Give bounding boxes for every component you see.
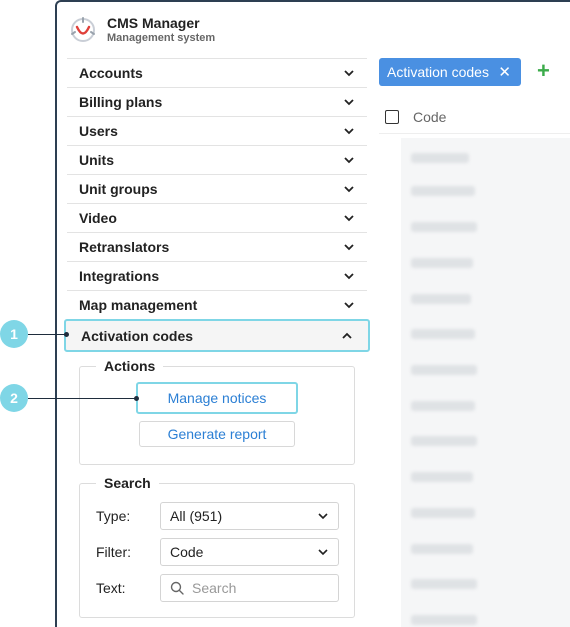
table-row[interactable] [411, 329, 475, 339]
menu-item-map-management[interactable]: Map management [67, 291, 367, 320]
menu-item-label: Integrations [79, 268, 160, 284]
chevron-up-icon [342, 332, 352, 339]
menu-item-label: Video [79, 210, 117, 226]
table-row[interactable] [411, 615, 477, 625]
table-row[interactable] [411, 436, 477, 446]
menu-item-label: Activation codes [81, 327, 194, 344]
app-title: CMS Manager [107, 15, 200, 31]
sidebar: CMS Manager Management system Accounts B… [64, 0, 370, 627]
chevron-down-icon [344, 157, 354, 164]
table-row[interactable] [411, 153, 469, 163]
table-row[interactable] [411, 579, 477, 589]
callout-leader-1 [28, 334, 66, 335]
menu-item-unit-groups[interactable]: Unit groups [67, 175, 367, 204]
chevron-down-icon [344, 128, 354, 135]
callout-dot-1 [64, 332, 69, 337]
chevron-down-icon [344, 273, 354, 280]
menu-item-retranslators[interactable]: Retranslators [67, 233, 367, 262]
filter-select[interactable]: Code [160, 538, 339, 566]
chevron-down-icon [344, 302, 354, 309]
chevron-down-icon [344, 215, 354, 222]
table-row[interactable] [411, 365, 477, 375]
actions-legend: Actions [96, 357, 164, 375]
grid-header: Code [379, 100, 570, 134]
chevron-down-icon [344, 70, 354, 77]
filter-select-value: Code [170, 544, 204, 560]
chevron-down-icon [344, 186, 354, 193]
search-placeholder: Search [192, 580, 237, 596]
app-subtitle: Management system [107, 32, 216, 44]
main-panel: Activation codes ✕ + Code [379, 0, 570, 627]
menu-item-integrations[interactable]: Integrations [67, 262, 367, 291]
callout-leader-2 [28, 398, 136, 399]
search-input[interactable]: Search [160, 574, 339, 602]
filter-row: Filter: Code [96, 538, 340, 566]
text-label: Text: [96, 580, 126, 596]
search-icon [170, 581, 184, 595]
table-row[interactable] [411, 401, 475, 411]
codes-grid [401, 138, 570, 627]
text-row: Text: Search [96, 574, 340, 602]
close-icon[interactable]: ✕ [498, 63, 511, 81]
select-all-checkbox[interactable] [385, 109, 399, 124]
table-row[interactable] [411, 186, 475, 196]
tab-activation-codes[interactable]: Activation codes ✕ [379, 58, 521, 86]
chevron-down-icon [344, 244, 354, 251]
table-row[interactable] [411, 222, 477, 232]
tab-label: Activation codes [387, 64, 489, 80]
type-select-value: All (951) [170, 508, 223, 524]
menu-item-label: Unit groups [79, 181, 158, 197]
chevron-down-icon [344, 99, 354, 106]
cms-logo-icon [71, 17, 95, 42]
callout-dot-2 [134, 396, 139, 401]
menu-item-label: Map management [79, 297, 198, 313]
column-header-code[interactable]: Code [413, 109, 446, 125]
menu-item-activation-codes[interactable]: Activation codes [64, 319, 370, 352]
logo: CMS Manager Management system [67, 10, 215, 50]
nav-menu: Accounts Billing plans Users Units Unit … [64, 58, 370, 352]
table-row[interactable] [411, 258, 473, 268]
generate-report-button[interactable]: Generate report [139, 421, 295, 447]
table-row[interactable] [411, 544, 473, 554]
menu-item-billing-plans[interactable]: Billing plans [67, 88, 367, 117]
callout-marker-2: 2 [0, 384, 28, 412]
chevron-down-icon [318, 549, 328, 556]
actions-panel: Actions Manage notices Generate report [79, 357, 355, 465]
menu-item-users[interactable]: Users [67, 117, 367, 146]
search-legend: Search [96, 474, 159, 492]
menu-item-label: Retranslators [79, 239, 170, 255]
type-label: Type: [96, 508, 131, 524]
add-icon[interactable]: + [537, 60, 550, 82]
search-panel: Search Type: All (951) Filter: Code Text… [79, 474, 355, 618]
filter-label: Filter: [96, 544, 131, 560]
callout-marker-1: 1 [0, 320, 28, 348]
menu-item-label: Users [79, 123, 118, 139]
menu-item-label: Accounts [79, 65, 143, 81]
type-row: Type: All (951) [96, 502, 340, 530]
menu-item-label: Billing plans [79, 94, 163, 110]
chevron-down-icon [318, 513, 328, 520]
type-select[interactable]: All (951) [160, 502, 339, 530]
menu-item-units[interactable]: Units [67, 146, 367, 175]
table-row[interactable] [411, 294, 471, 304]
table-row[interactable] [411, 472, 473, 482]
table-row[interactable] [411, 508, 475, 518]
menu-item-label: Units [79, 152, 114, 168]
menu-item-accounts[interactable]: Accounts [67, 59, 367, 88]
menu-item-video[interactable]: Video [67, 204, 367, 233]
manage-notices-button[interactable]: Manage notices [136, 382, 298, 414]
